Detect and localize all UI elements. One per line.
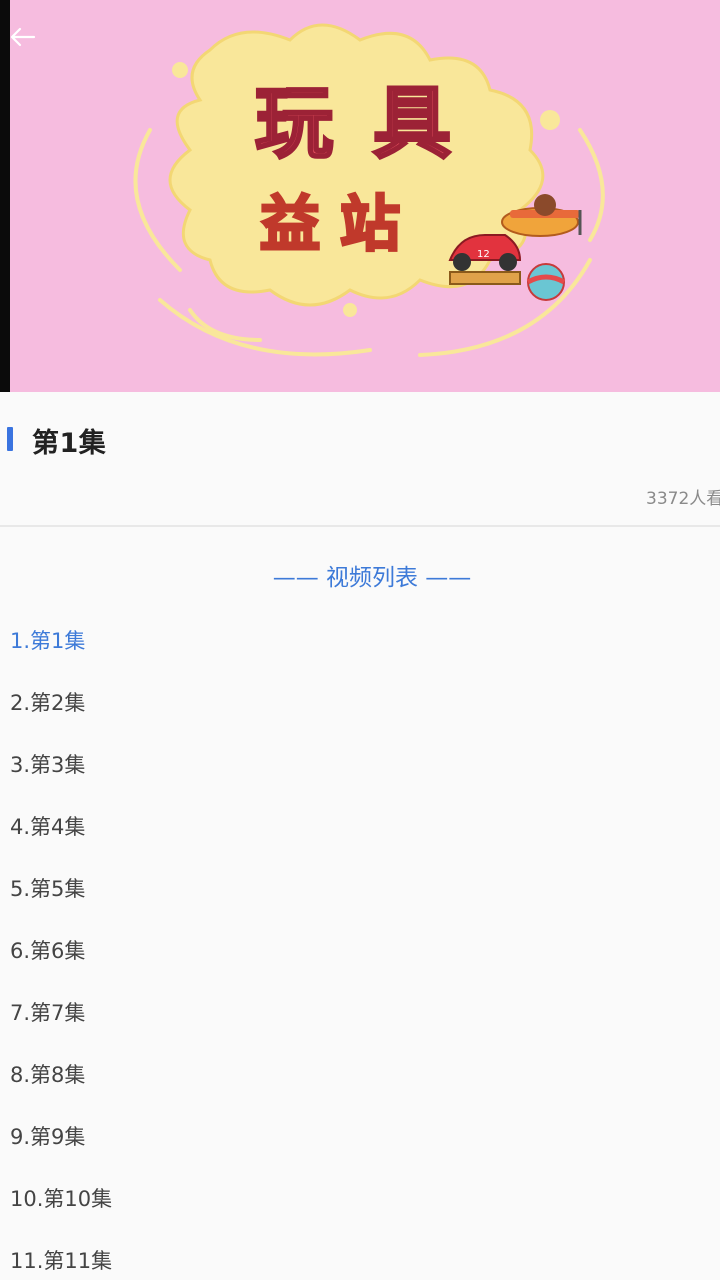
episode-item-6[interactable]: 6.第6集 — [10, 934, 112, 996]
view-count: 3372人看 — [646, 489, 720, 509]
episode-title: 第1集 — [32, 428, 107, 459]
poster-image: 玩具 益站 12 — [133, 23, 605, 357]
episode-item-2[interactable]: 2.第2集 — [10, 686, 112, 748]
episode-item-8[interactable]: 8.第8集 — [10, 1058, 112, 1120]
episode-item-1[interactable]: 1.第1集 — [10, 624, 112, 686]
back-button[interactable] — [4, 22, 38, 52]
episode-item-5[interactable]: 5.第5集 — [10, 872, 112, 934]
ball-icon — [526, 263, 566, 301]
divider — [0, 525, 720, 527]
episode-item-3[interactable]: 3.第3集 — [10, 748, 112, 810]
episode-item-7[interactable]: 7.第7集 — [10, 996, 112, 1058]
episode-list: 1.第1集 2.第2集 3.第3集 4.第4集 5.第5集 6.第6集 7.第7… — [10, 624, 112, 1280]
episode-item-10[interactable]: 10.第10集 — [10, 1182, 112, 1244]
episode-item-11[interactable]: 11.第11集 — [10, 1244, 112, 1280]
car-number: 12 — [477, 249, 490, 260]
player-left-edge — [0, 0, 10, 392]
poster-title-line2: 益站 — [260, 190, 420, 260]
video-player[interactable]: 玩具 益站 12 — [0, 0, 720, 392]
episode-item-9[interactable]: 9.第9集 — [10, 1120, 112, 1182]
poster-title-line1: 玩具 — [255, 79, 491, 169]
title-marker — [7, 427, 13, 451]
episode-info — [0, 392, 720, 472]
video-list-header: —— 视频列表 —— — [272, 565, 472, 591]
back-arrow-icon — [10, 27, 36, 47]
episode-item-4[interactable]: 4.第4集 — [10, 810, 112, 872]
